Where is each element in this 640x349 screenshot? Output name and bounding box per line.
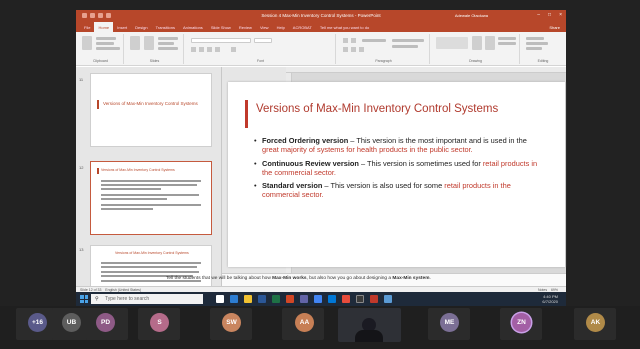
task-view-icon[interactable] (216, 295, 224, 303)
bold-icon[interactable] (191, 47, 196, 52)
shapes-gallery[interactable] (436, 37, 468, 49)
search-icon: ⚲ (95, 296, 99, 302)
slide-bullet-list[interactable]: • Forced Ordering version – This version… (254, 136, 539, 204)
ribbon-group-font: Font (186, 34, 336, 64)
word-icon[interactable] (258, 295, 266, 303)
participant-strip: +16 UB PD S SW AA ME ZN AK (0, 306, 640, 349)
signed-in-user[interactable]: Adewale Olaoluwa (455, 13, 488, 18)
participant-avatar[interactable]: S (150, 313, 169, 332)
slide-thumbnail[interactable]: Versions of Max-Min Inventory Control Sy… (90, 73, 212, 147)
underline-icon[interactable] (207, 47, 212, 52)
bullet-item[interactable]: • Standard version – This version is als… (254, 181, 539, 200)
file-explorer-icon[interactable] (244, 295, 252, 303)
tab-insert[interactable]: Insert (113, 22, 131, 32)
participant-avatar[interactable]: ME (440, 313, 459, 332)
reuse-slides-icon[interactable] (144, 36, 154, 50)
quick-styles-icon[interactable] (485, 36, 495, 50)
numbering-icon[interactable] (351, 38, 356, 43)
bullet-item[interactable]: • Continuous Review version – This versi… (254, 159, 539, 178)
presenter-video-tile[interactable] (338, 308, 401, 342)
tab-animations[interactable]: Animations (179, 22, 207, 32)
font-name-field[interactable] (191, 38, 251, 43)
arrange-icon[interactable] (472, 36, 482, 50)
tab-acrobat[interactable]: ACROBAT (289, 22, 316, 32)
zoom-app-icon[interactable] (384, 295, 392, 303)
align-left-icon[interactable] (343, 47, 348, 52)
share-button[interactable]: Share (549, 25, 560, 30)
close-button[interactable]: × (559, 12, 562, 18)
ribbon-group-paragraph: Paragraph (338, 34, 430, 64)
minimize-button[interactable]: – (537, 12, 540, 18)
ribbon-group-clipboard: Clipboard (78, 34, 124, 64)
system-tray-clock[interactable]: 4:40 PM 6/7/2020 (542, 294, 558, 304)
acrobat-icon[interactable] (342, 295, 350, 303)
tab-file[interactable]: File (80, 22, 94, 32)
chrome-icon[interactable] (314, 295, 322, 303)
slide-thumbnail-pane[interactable]: 11 Versions of Max-Min Inventory Control… (76, 67, 222, 286)
recorder-icon[interactable] (370, 295, 378, 303)
select-button[interactable] (526, 47, 542, 50)
powerpoint-icon[interactable] (286, 295, 294, 303)
slide-thumbnail-selected[interactable]: Versions of Max-Min Inventory Control Sy… (90, 161, 212, 235)
start-button-icon[interactable] (80, 295, 88, 303)
new-slide-icon[interactable] (130, 36, 140, 50)
outlook-icon[interactable] (328, 295, 336, 303)
tab-design[interactable]: Design (131, 22, 151, 32)
tab-view[interactable]: View (256, 22, 273, 32)
participant-avatar[interactable]: SW (222, 313, 241, 332)
taskbar-search-box[interactable]: ⚲ Type here to search (91, 294, 203, 304)
window-title: Session 4 Max-Min Inventory Control Syst… (261, 13, 381, 18)
ribbon-tabs: File Home Insert Design Transitions Anim… (76, 22, 566, 32)
maximize-button[interactable]: □ (548, 12, 551, 18)
slide-title-accent-bar (245, 100, 248, 128)
excel-icon[interactable] (272, 295, 280, 303)
participant-overflow-avatar[interactable]: +16 (28, 313, 47, 332)
tab-help[interactable]: Help (273, 22, 289, 32)
powerpoint-title-bar: Session 4 Max-Min Inventory Control Syst… (76, 10, 566, 22)
participant-avatar[interactable]: UB (62, 313, 81, 332)
bullet-item[interactable]: • Forced Ordering version – This version… (254, 136, 539, 155)
active-speaker-avatar[interactable]: ZN (512, 313, 531, 332)
tab-transitions[interactable]: Transitions (152, 22, 179, 32)
slide-title[interactable]: Versions of Max-Min Inventory Control Sy… (256, 103, 498, 115)
find-button[interactable] (526, 37, 544, 40)
align-center-icon[interactable] (351, 47, 356, 52)
paste-icon[interactable] (82, 36, 92, 50)
font-color-icon[interactable] (231, 47, 236, 52)
font-size-field[interactable] (254, 38, 272, 43)
current-slide[interactable]: Versions of Max-Min Inventory Control Sy… (228, 82, 565, 267)
meeting-window: Session 4 Max-Min Inventory Control Syst… (0, 0, 640, 349)
strikethrough-icon[interactable] (215, 47, 220, 52)
ribbon-home: Clipboard Slides Font Paragraph Drawing … (76, 32, 566, 66)
edge-icon[interactable] (230, 295, 238, 303)
participant-avatar[interactable]: AK (586, 313, 605, 332)
participant-avatar[interactable]: PD (96, 313, 115, 332)
participant-avatar[interactable]: AA (295, 313, 314, 332)
tab-home[interactable]: Home (94, 22, 114, 32)
windows-taskbar: ⚲ Type here to search 4:40 PM 6/7/2020 (76, 292, 566, 306)
ribbon-group-drawing: Drawing (432, 34, 520, 64)
align-right-icon[interactable] (359, 47, 364, 52)
ribbon-group-editing: Editing (522, 34, 564, 64)
bullets-icon[interactable] (343, 38, 348, 43)
ribbon-group-slides: Slides (126, 34, 184, 64)
tab-review[interactable]: Review (235, 22, 256, 32)
italic-icon[interactable] (199, 47, 204, 52)
tab-slide-show[interactable]: Slide Show (207, 22, 235, 32)
tell-me-search[interactable]: Tell me what you want to do (316, 22, 373, 32)
replace-button[interactable] (526, 42, 548, 45)
app-icon[interactable] (356, 295, 364, 303)
speaker-notes[interactable]: Tell the students that we will be talkin… (166, 276, 431, 281)
teams-icon[interactable] (300, 295, 308, 303)
